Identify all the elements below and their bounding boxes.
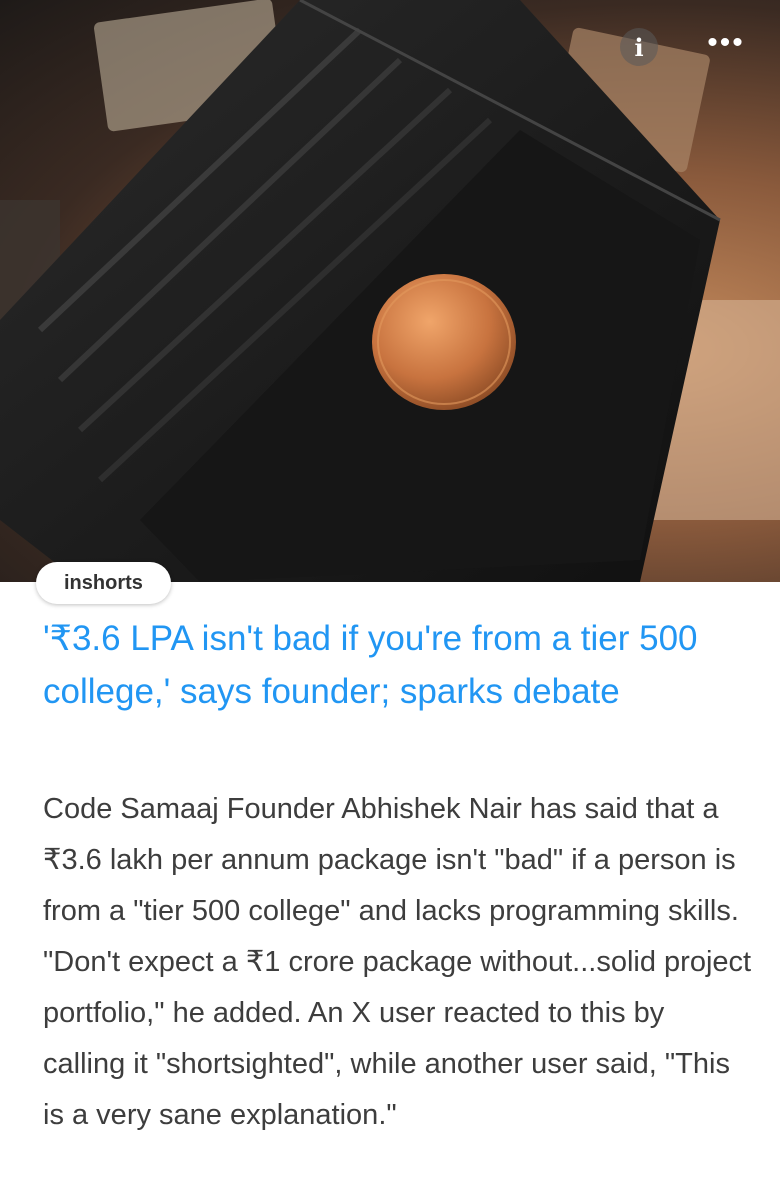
source-label: inshorts [64,571,143,594]
more-options-icon[interactable]: ••• [698,28,754,58]
source-badge[interactable]: inshorts [36,562,171,604]
article-body: Code Samaaj Founder Abhishek Nair has sa… [43,793,752,1131]
info-icon[interactable]: i [620,28,658,66]
hero-image[interactable]: i ••• [0,0,780,582]
article-headline[interactable]: '₹3.6 LPA isn't bad if you're from a tie… [43,612,753,718]
wallet-illustration [0,0,780,582]
